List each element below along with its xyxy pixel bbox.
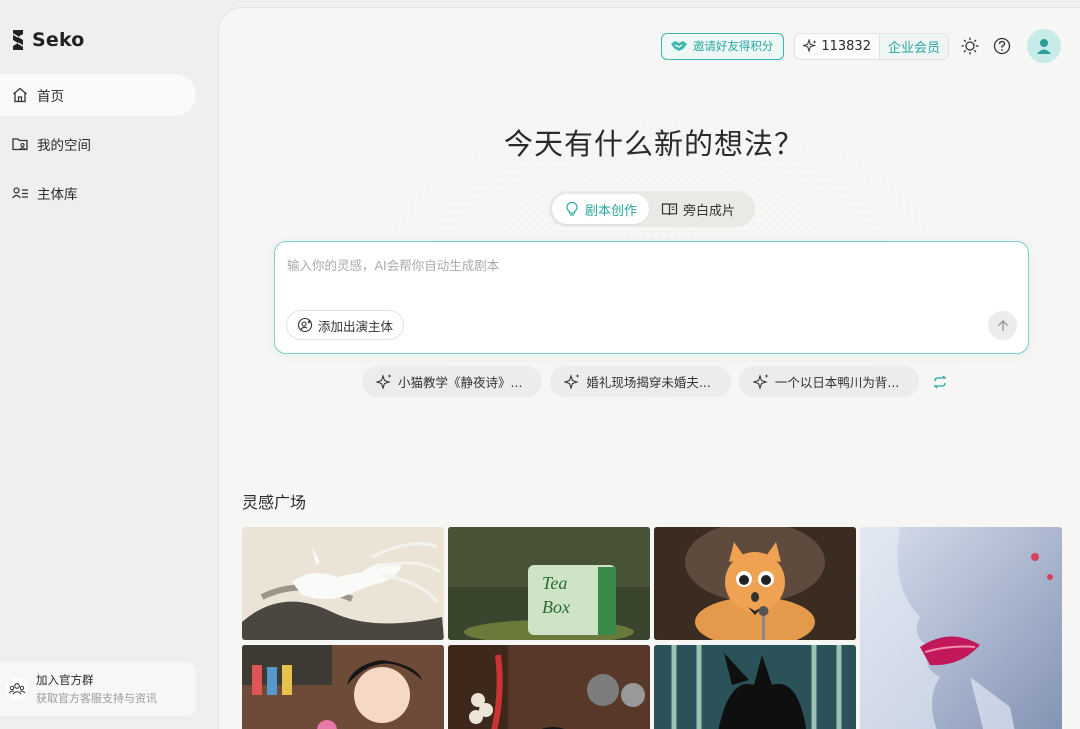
invite-friends-button[interactable]: 邀请好友得积分 xyxy=(660,32,785,60)
page-headline: 今天有什么新的想法？ xyxy=(503,127,804,161)
gallery-item-glass-face[interactable] xyxy=(860,527,1062,729)
help-icon[interactable] xyxy=(991,35,1013,57)
group-icon xyxy=(6,678,28,700)
tab-narration-video[interactable]: 旁白成片 xyxy=(649,194,747,224)
gallery-item-tea-house-girl[interactable] xyxy=(242,645,444,729)
suggestion-chip[interactable]: 一个以日本鸭川为背... xyxy=(738,366,920,397)
tab-label: 剧本创作 xyxy=(585,203,638,219)
invite-label: 邀请好友得积分 xyxy=(692,39,774,53)
sparkle-icon xyxy=(803,39,817,53)
home-icon xyxy=(13,87,27,103)
suggestion-label: 一个以日本鸭川为背... xyxy=(774,375,900,390)
lightbulb-icon xyxy=(566,201,578,216)
svg-text:Tea: Tea xyxy=(542,573,567,593)
folder-user-icon xyxy=(12,138,28,151)
gallery-item-tea-box[interactable]: Tea Box xyxy=(448,527,650,640)
arrow-up-icon xyxy=(997,319,1008,331)
prompt-box: 添加出演主体 xyxy=(274,241,1029,354)
app-name: Seko xyxy=(32,29,85,51)
gallery-title: 灵感广场 xyxy=(242,493,307,512)
prompt-input[interactable] xyxy=(287,254,987,276)
sidebar-item-label: 主体库 xyxy=(37,187,78,203)
tab-label: 旁白成片 xyxy=(683,203,736,219)
sun-icon[interactable] xyxy=(959,35,981,57)
add-user-icon xyxy=(297,317,313,333)
main-panel: 邀请好友得积分 113832 企业会员 今天有什么新的想法？ 剧本创作 旁白成片… xyxy=(218,7,1080,729)
mode-switch: 剧本创作 旁白成片 xyxy=(549,191,755,227)
handshake-icon xyxy=(670,41,687,51)
join-title: 加入官方群 xyxy=(36,673,94,687)
sidebar-item-label: 我的空间 xyxy=(37,138,91,154)
user-avatar-icon[interactable] xyxy=(1027,29,1061,63)
credits-count: 113832 xyxy=(821,38,871,54)
logo[interactable]: Seko xyxy=(10,28,85,52)
join-official-group[interactable]: 加入官方群 获取官方客服支持与资讯 xyxy=(0,662,196,716)
send-button[interactable] xyxy=(988,311,1017,340)
add-subject-label: 添加出演主体 xyxy=(318,318,394,334)
suggestion-chip[interactable]: 婚礼现场揭穿未婚夫... xyxy=(550,366,731,397)
gallery-item-white-fox[interactable] xyxy=(242,527,444,640)
add-subject-button[interactable]: 添加出演主体 xyxy=(286,310,405,340)
suggestions: 小猫教学《静夜诗》... 婚礼现场揭穿未婚夫... 一个以日本鸭川为背... xyxy=(362,366,951,397)
gallery-item-bamboo-cat[interactable] xyxy=(654,645,856,729)
sidebar-item-subject-library[interactable]: 主体库 xyxy=(0,172,196,214)
gallery-item-kitchen[interactable] xyxy=(448,645,650,729)
sidebar-item-home[interactable]: 首页 xyxy=(0,74,196,116)
user-list-icon xyxy=(12,187,28,199)
sidebar-item-my-space[interactable]: 我的空间 xyxy=(0,123,196,165)
sparkle-icon xyxy=(752,374,769,390)
sidebar-item-label: 首页 xyxy=(37,89,64,105)
book-icon xyxy=(661,203,678,216)
join-subtitle: 获取官方客服支持与资讯 xyxy=(36,692,157,705)
sparkle-icon xyxy=(564,374,580,390)
member-badge[interactable]: 企业会员 xyxy=(878,33,948,59)
sparkle-icon xyxy=(376,374,392,390)
suggestion-label: 婚礼现场揭穿未婚夫... xyxy=(586,375,711,390)
gallery-item-cat-singer[interactable] xyxy=(654,527,856,640)
tab-script-creation[interactable]: 剧本创作 xyxy=(552,194,650,224)
seko-logo-icon xyxy=(12,30,24,50)
suggestion-chip[interactable]: 小猫教学《静夜诗》... xyxy=(362,366,543,397)
topbar: 邀请好友得积分 113832 企业会员 xyxy=(660,29,1061,63)
refresh-icon[interactable] xyxy=(929,371,951,393)
credits-badge[interactable]: 113832 企业会员 xyxy=(794,32,949,60)
sidebar: Seko 首页 我的空间 主体库 加入官方群 获取官方客服支持与资讯 xyxy=(0,0,218,729)
svg-text:Box: Box xyxy=(542,597,570,617)
suggestion-label: 小猫教学《静夜诗》... xyxy=(398,375,523,390)
